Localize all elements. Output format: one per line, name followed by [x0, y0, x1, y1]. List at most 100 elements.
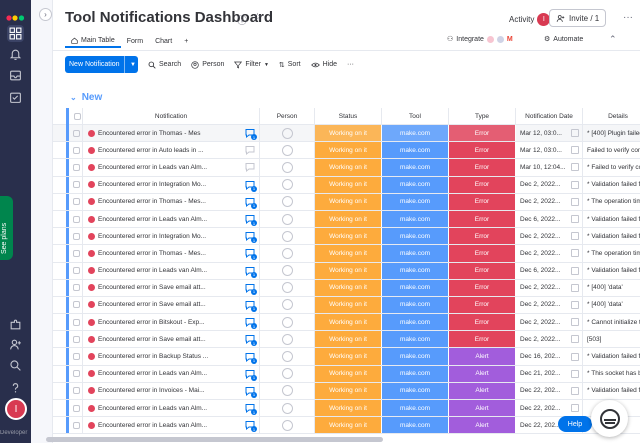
group-title[interactable]: New [82, 92, 103, 103]
table-row[interactable]: Encountered error in Leads van Alm... 1 Wo… [53, 262, 640, 280]
row-checkbox[interactable] [66, 348, 83, 365]
table-row[interactable]: Encountered error in Invoices - Mai... 1 W… [53, 382, 640, 400]
date-cell[interactable]: Dec 22, 202... [516, 382, 583, 399]
inbox-icon[interactable] [7, 67, 24, 84]
details-cell[interactable]: * Validation failed fo [583, 383, 640, 399]
assistant-button[interactable] [591, 400, 628, 437]
details-cell[interactable]: [503] [583, 331, 640, 347]
invite-button[interactable]: Invite / 1 [549, 9, 607, 27]
user-avatar[interactable]: I [5, 398, 27, 420]
tool-cell[interactable]: make.com [382, 245, 449, 262]
date-cell[interactable]: Dec 16, 202... [516, 348, 583, 365]
updates-icon[interactable]: 1 [244, 196, 257, 209]
type-cell[interactable]: Error [449, 296, 516, 314]
person-cell[interactable] [260, 331, 315, 348]
automate-button[interactable]: ⚙ Automate [544, 35, 583, 44]
person-cell[interactable] [260, 262, 315, 279]
tool-cell[interactable]: make.com [382, 314, 449, 331]
row-checkbox[interactable] [66, 262, 83, 279]
updates-icon[interactable]: 1 [244, 282, 257, 295]
updates-icon[interactable]: 1 [244, 265, 257, 278]
updates-icon[interactable]: 1 [244, 402, 257, 416]
see-plans-button[interactable]: See plans [0, 196, 13, 260]
details-cell[interactable]: * Cannot initialize the [583, 314, 640, 330]
table-row[interactable]: Encountered error in Auto leads in ... Wo… [53, 142, 640, 160]
table-row[interactable]: Encountered error in Leads van Alm... Wor… [53, 159, 640, 177]
updates-icon[interactable]: 1 [244, 299, 257, 312]
updates-icon[interactable]: 1 [244, 127, 257, 141]
tool-cell[interactable]: make.com [382, 296, 449, 314]
updates-icon[interactable]: 1 [244, 385, 257, 398]
notification-cell[interactable]: Encountered error in Save email att... 1 [83, 296, 260, 314]
activity-button[interactable]: Activity I [509, 13, 551, 26]
tool-cell[interactable]: make.com [382, 262, 449, 279]
row-checkbox[interactable] [66, 142, 83, 159]
search-icon[interactable] [7, 357, 24, 374]
date-cell[interactable]: Dec 21, 202... [516, 365, 583, 382]
help-icon[interactable] [7, 379, 24, 396]
tool-cell[interactable]: make.com [382, 228, 449, 245]
tab-chart[interactable]: Chart [149, 34, 178, 48]
help-button[interactable]: Help [558, 416, 592, 432]
new-notification-button[interactable]: New Notification ▼ [65, 56, 138, 73]
person-cell[interactable] [260, 365, 315, 382]
date-cell[interactable]: Dec 2, 2022... [516, 193, 583, 210]
row-checkbox[interactable] [66, 245, 83, 262]
type-cell[interactable]: Error [449, 262, 516, 279]
table-row[interactable]: Encountered error in Integration Mo... 1 W… [53, 176, 640, 194]
details-cell[interactable]: Failed to verify conn [583, 142, 640, 158]
status-cell[interactable]: Working on it [315, 382, 382, 399]
status-cell[interactable]: Working on it [315, 296, 382, 314]
type-cell[interactable]: Error [449, 142, 516, 159]
table-row[interactable]: Encountered error in Thomas - Mes... 1 Wor… [53, 193, 640, 211]
type-cell[interactable]: Alert [449, 382, 516, 399]
integrate-button[interactable]: ⚇ Integrate M [447, 35, 513, 43]
type-cell[interactable]: Error [449, 210, 516, 228]
date-cell[interactable]: Dec 2, 2022... [516, 331, 583, 348]
updates-icon[interactable]: 1 [244, 419, 257, 433]
updates-icon[interactable]: 1 [244, 351, 257, 364]
notification-cell[interactable]: Encountered error in Leads van Alm... 1 [83, 210, 260, 228]
status-cell[interactable]: Working on it [315, 279, 382, 296]
details-cell[interactable]: * Validation failed fo [583, 211, 640, 227]
table-row[interactable]: Encountered error in Save email att... 1 W… [53, 296, 640, 315]
updates-icon[interactable]: 1 [244, 179, 257, 192]
horizontal-scrollbar[interactable] [46, 437, 383, 442]
row-checkbox[interactable] [66, 314, 83, 331]
row-checkbox[interactable] [66, 176, 83, 193]
column-header-status[interactable]: Status [315, 108, 382, 125]
details-cell[interactable]: * The operation time [583, 194, 640, 210]
details-cell[interactable]: * Validation failed fo [583, 263, 640, 279]
person-cell[interactable] [260, 176, 315, 193]
tool-cell[interactable]: make.com [382, 331, 449, 348]
search-button[interactable]: Search [148, 61, 181, 69]
puzzle-icon[interactable] [7, 316, 24, 333]
status-cell[interactable]: Working on it [315, 159, 382, 176]
type-cell[interactable]: Error [449, 193, 516, 210]
table-row[interactable]: Encountered error in Leads van Alm... 1 Wo… [53, 417, 640, 435]
status-cell[interactable]: Working on it [315, 417, 382, 434]
type-cell[interactable]: Alert [449, 348, 516, 365]
updates-icon[interactable]: 1 [244, 333, 257, 347]
column-header-details[interactable]: Details [583, 108, 640, 125]
tool-cell[interactable]: make.com [382, 279, 449, 296]
date-cell[interactable]: Mar 12, 03:0... [516, 125, 583, 142]
notification-cell[interactable]: Encountered error in Integration Mo... 1 [83, 228, 260, 245]
updates-icon[interactable]: 1 [244, 368, 257, 381]
date-cell[interactable]: Dec 2, 2022... [516, 228, 583, 245]
tool-cell[interactable]: make.com [382, 176, 449, 193]
person-add-icon[interactable] [7, 336, 24, 353]
person-cell[interactable] [260, 314, 315, 331]
select-all-checkbox[interactable] [66, 108, 83, 125]
chevron-up-icon[interactable]: ⌃ [609, 34, 617, 45]
table-row[interactable]: Encountered error in Thomas - Mes... 1 Wor… [53, 245, 640, 263]
notification-cell[interactable]: Encountered error in Save email att... 1 [83, 331, 260, 348]
column-header-type[interactable]: Type [449, 108, 516, 125]
notification-cell[interactable]: Encountered error in Leads van Alm... 1 [83, 417, 260, 434]
details-cell[interactable]: * The operation time [583, 245, 640, 261]
status-cell[interactable]: Working on it [315, 348, 382, 365]
type-cell[interactable]: Alert [449, 417, 516, 434]
tool-cell[interactable]: make.com [382, 417, 449, 434]
notification-cell[interactable]: Encountered error in Leads van Alm... 1 [83, 400, 260, 417]
bell-icon[interactable] [7, 46, 24, 63]
